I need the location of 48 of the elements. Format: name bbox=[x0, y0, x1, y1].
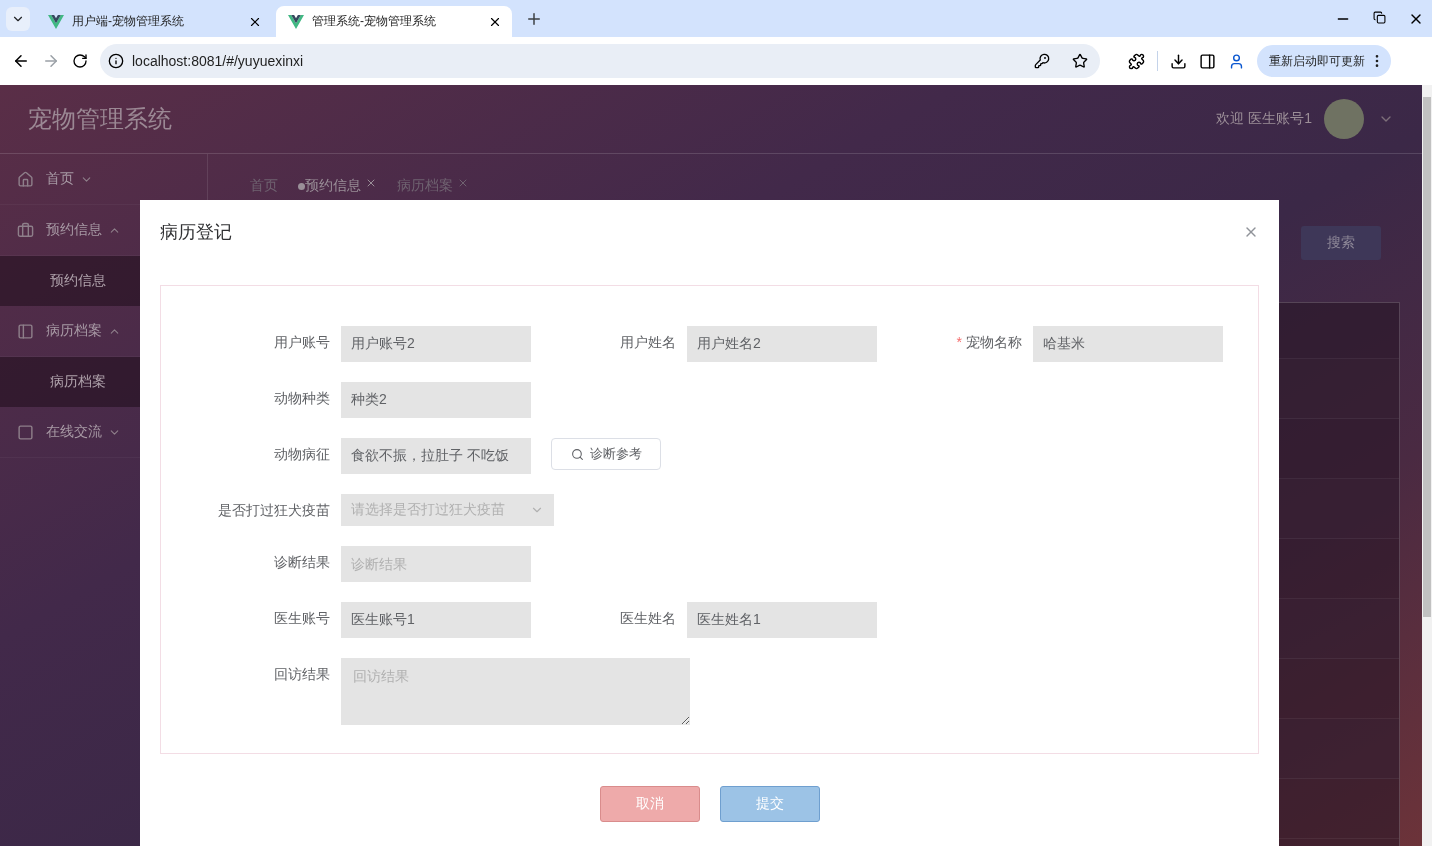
text-field[interactable]: 哈基米 bbox=[1033, 326, 1223, 362]
key-icon[interactable] bbox=[1034, 53, 1050, 69]
field-label: 用户账号 bbox=[273, 333, 331, 352]
side-panel-icon[interactable] bbox=[1199, 52, 1216, 70]
text-field[interactable]: 用户姓名2 bbox=[687, 326, 877, 362]
reload-icon[interactable] bbox=[72, 53, 88, 69]
profile-icon[interactable] bbox=[1228, 52, 1245, 70]
panel-icon bbox=[17, 322, 34, 340]
back-icon[interactable] bbox=[12, 52, 30, 70]
breadcrumb-tab[interactable]: 预约信息 bbox=[298, 177, 361, 195]
text-field[interactable]: 医生姓名1 bbox=[687, 602, 877, 638]
field-label: 动物种类 bbox=[273, 389, 331, 408]
text-field[interactable]: 医生账号1 bbox=[341, 602, 531, 638]
home-icon bbox=[17, 170, 34, 188]
field-label: * 宠物名称 bbox=[955, 333, 1023, 352]
field-label: 回访结果 bbox=[273, 665, 331, 684]
field-label: 医生姓名 bbox=[619, 609, 677, 628]
update-button[interactable]: 重新启动即可更新 bbox=[1257, 45, 1391, 77]
scrollbar[interactable] bbox=[1422, 85, 1432, 846]
field-label: 诊断结果 bbox=[273, 553, 331, 572]
restore-icon[interactable] bbox=[1373, 10, 1386, 24]
field-label: 动物病征 bbox=[273, 445, 331, 464]
tab-list-button[interactable] bbox=[6, 7, 30, 31]
diagnose-button[interactable]: 诊断参考 bbox=[551, 438, 661, 470]
avatar[interactable] bbox=[1324, 99, 1364, 139]
browser-tab[interactable]: 管理系统-宠物管理系统 bbox=[276, 6, 512, 37]
text-field[interactable]: 种类2 bbox=[341, 382, 531, 418]
text-field[interactable]: 用户账号2 bbox=[341, 326, 531, 362]
address-bar[interactable]: localhost:8081/#/yuyuexinxi bbox=[100, 44, 1100, 78]
field-label: 是否打过狂犬疫苗 bbox=[217, 501, 331, 520]
search-icon bbox=[570, 447, 584, 461]
field-label: 医生账号 bbox=[273, 609, 331, 628]
panel-icon bbox=[17, 423, 34, 441]
briefcase-icon bbox=[17, 221, 34, 239]
info-icon[interactable] bbox=[108, 53, 124, 69]
app-title: 宠物管理系统 bbox=[28, 104, 173, 134]
puzzle-icon[interactable] bbox=[1128, 52, 1145, 70]
new-tab-icon[interactable] bbox=[525, 10, 543, 28]
search-button[interactable]: 搜索 bbox=[1301, 226, 1381, 260]
field-label: 用户姓名 bbox=[619, 333, 677, 352]
download-icon[interactable] bbox=[1170, 52, 1187, 70]
text-field[interactable]: 食欲不振，拉肚子 不吃饭 bbox=[341, 438, 531, 474]
vue-logo-icon bbox=[48, 14, 64, 29]
forward-icon[interactable] bbox=[42, 52, 60, 70]
browser-tab[interactable]: 用户端-宠物管理系统 bbox=[36, 6, 272, 37]
vue-logo-icon bbox=[288, 14, 304, 29]
welcome-text: 欢迎 医生账号1 bbox=[1216, 110, 1312, 128]
star-icon[interactable] bbox=[1072, 53, 1088, 69]
